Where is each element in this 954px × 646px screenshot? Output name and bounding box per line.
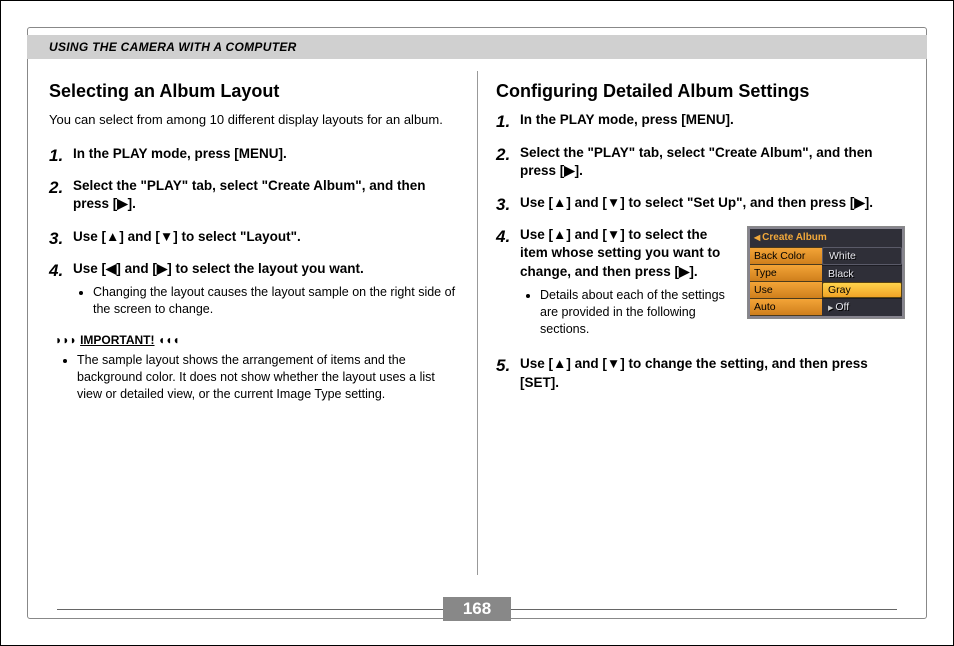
camera-lcd-screenshot: Create Album Back Color Type Use Auto: [747, 226, 905, 319]
step-text: Select the "PLAY" tab, select "Create Al…: [73, 178, 425, 211]
left-column: Selecting an Album Layout You can select…: [49, 71, 458, 575]
important-label: IMPORTANT!: [80, 333, 154, 347]
lcd-right-option: White: [822, 247, 902, 265]
lcd-left-item: Type: [750, 264, 822, 281]
columns: Selecting an Album Layout You can select…: [49, 71, 905, 575]
step-item: Select the "PLAY" tab, select "Create Al…: [496, 144, 905, 180]
arrow-right-icon: ▶: [828, 305, 833, 312]
left-steps: In the PLAY mode, press [MENU]. Select t…: [49, 145, 458, 318]
lcd-left-item: Auto: [750, 298, 822, 316]
important-item: The sample layout shows the arrangement …: [77, 352, 458, 403]
lcd-body: Back Color Type Use Auto White Black Gra…: [750, 247, 902, 317]
step-item: Use [▲] and [▼] to select "Set Up", and …: [496, 194, 905, 212]
important-block: ◗◗◗ IMPORTANT! ◖◖◖: [55, 332, 458, 348]
step-subitem: Details about each of the settings are p…: [540, 287, 733, 338]
marker-right-icon: ◖◖◖: [155, 333, 180, 347]
step-text: Use [▲] and [▼] to select "Set Up", and …: [520, 195, 873, 210]
step-item: Use [▲] and [▼] to select the item whose…: [496, 226, 905, 341]
step-item: Use [▲] and [▼] to change the setting, a…: [496, 355, 905, 391]
lcd-title: Create Album: [750, 229, 902, 247]
lcd-menu-right: White Black Gray ▶Off: [822, 247, 902, 317]
page-footer: 168: [1, 597, 953, 621]
section-title: USING THE CAMERA WITH A COMPUTER: [49, 40, 297, 54]
left-lead: You can select from among 10 different d…: [49, 111, 458, 129]
step-text: Use [▲] and [▼] to select the item whose…: [520, 227, 720, 278]
page-number: 168: [443, 597, 511, 621]
important-list: The sample layout shows the arrangement …: [73, 352, 458, 403]
step-item: In the PLAY mode, press [MENU].: [496, 111, 905, 129]
step-text: Use [◀] and [▶] to select the layout you…: [73, 261, 364, 276]
lcd-right-option-off-text: Off: [835, 301, 849, 313]
lcd-left-item: Back Color: [750, 247, 822, 264]
step-item: In the PLAY mode, press [MENU].: [49, 145, 458, 163]
lcd-right-option: Black: [822, 265, 902, 282]
step-sublist: Changing the layout causes the layout sa…: [89, 284, 458, 318]
step-sublist: Details about each of the settings are p…: [536, 287, 733, 338]
marker-left-icon: ◗◗◗: [55, 333, 80, 347]
step-text: In the PLAY mode, press [MENU].: [520, 112, 734, 127]
step-item: Use [◀] and [▶] to select the layout you…: [49, 260, 458, 318]
lcd-right-option-selected: Gray: [822, 282, 902, 298]
step-item: Use [▲] and [▼] to select "Layout".: [49, 228, 458, 246]
right-steps: In the PLAY mode, press [MENU]. Select t…: [496, 111, 905, 392]
right-column: Configuring Detailed Album Settings In t…: [496, 71, 905, 575]
step-item: Select the "PLAY" tab, select "Create Al…: [49, 177, 458, 213]
right-title: Configuring Detailed Album Settings: [496, 79, 905, 103]
step-subitem: Changing the layout causes the layout sa…: [93, 284, 458, 318]
step-text: Use [▲] and [▼] to change the setting, a…: [520, 356, 868, 389]
lcd-menu-left: Back Color Type Use Auto: [750, 247, 822, 317]
lcd-right-option: ▶Off: [822, 298, 902, 315]
lcd-left-item: Use: [750, 281, 822, 298]
section-bar: USING THE CAMERA WITH A COMPUTER: [27, 35, 927, 59]
step-text: Select the "PLAY" tab, select "Create Al…: [520, 145, 872, 178]
manual-page: USING THE CAMERA WITH A COMPUTER Selecti…: [0, 0, 954, 646]
step-text: Use [▲] and [▼] to select "Layout".: [73, 229, 301, 244]
left-title: Selecting an Album Layout: [49, 79, 458, 103]
step-text: In the PLAY mode, press [MENU].: [73, 146, 287, 161]
